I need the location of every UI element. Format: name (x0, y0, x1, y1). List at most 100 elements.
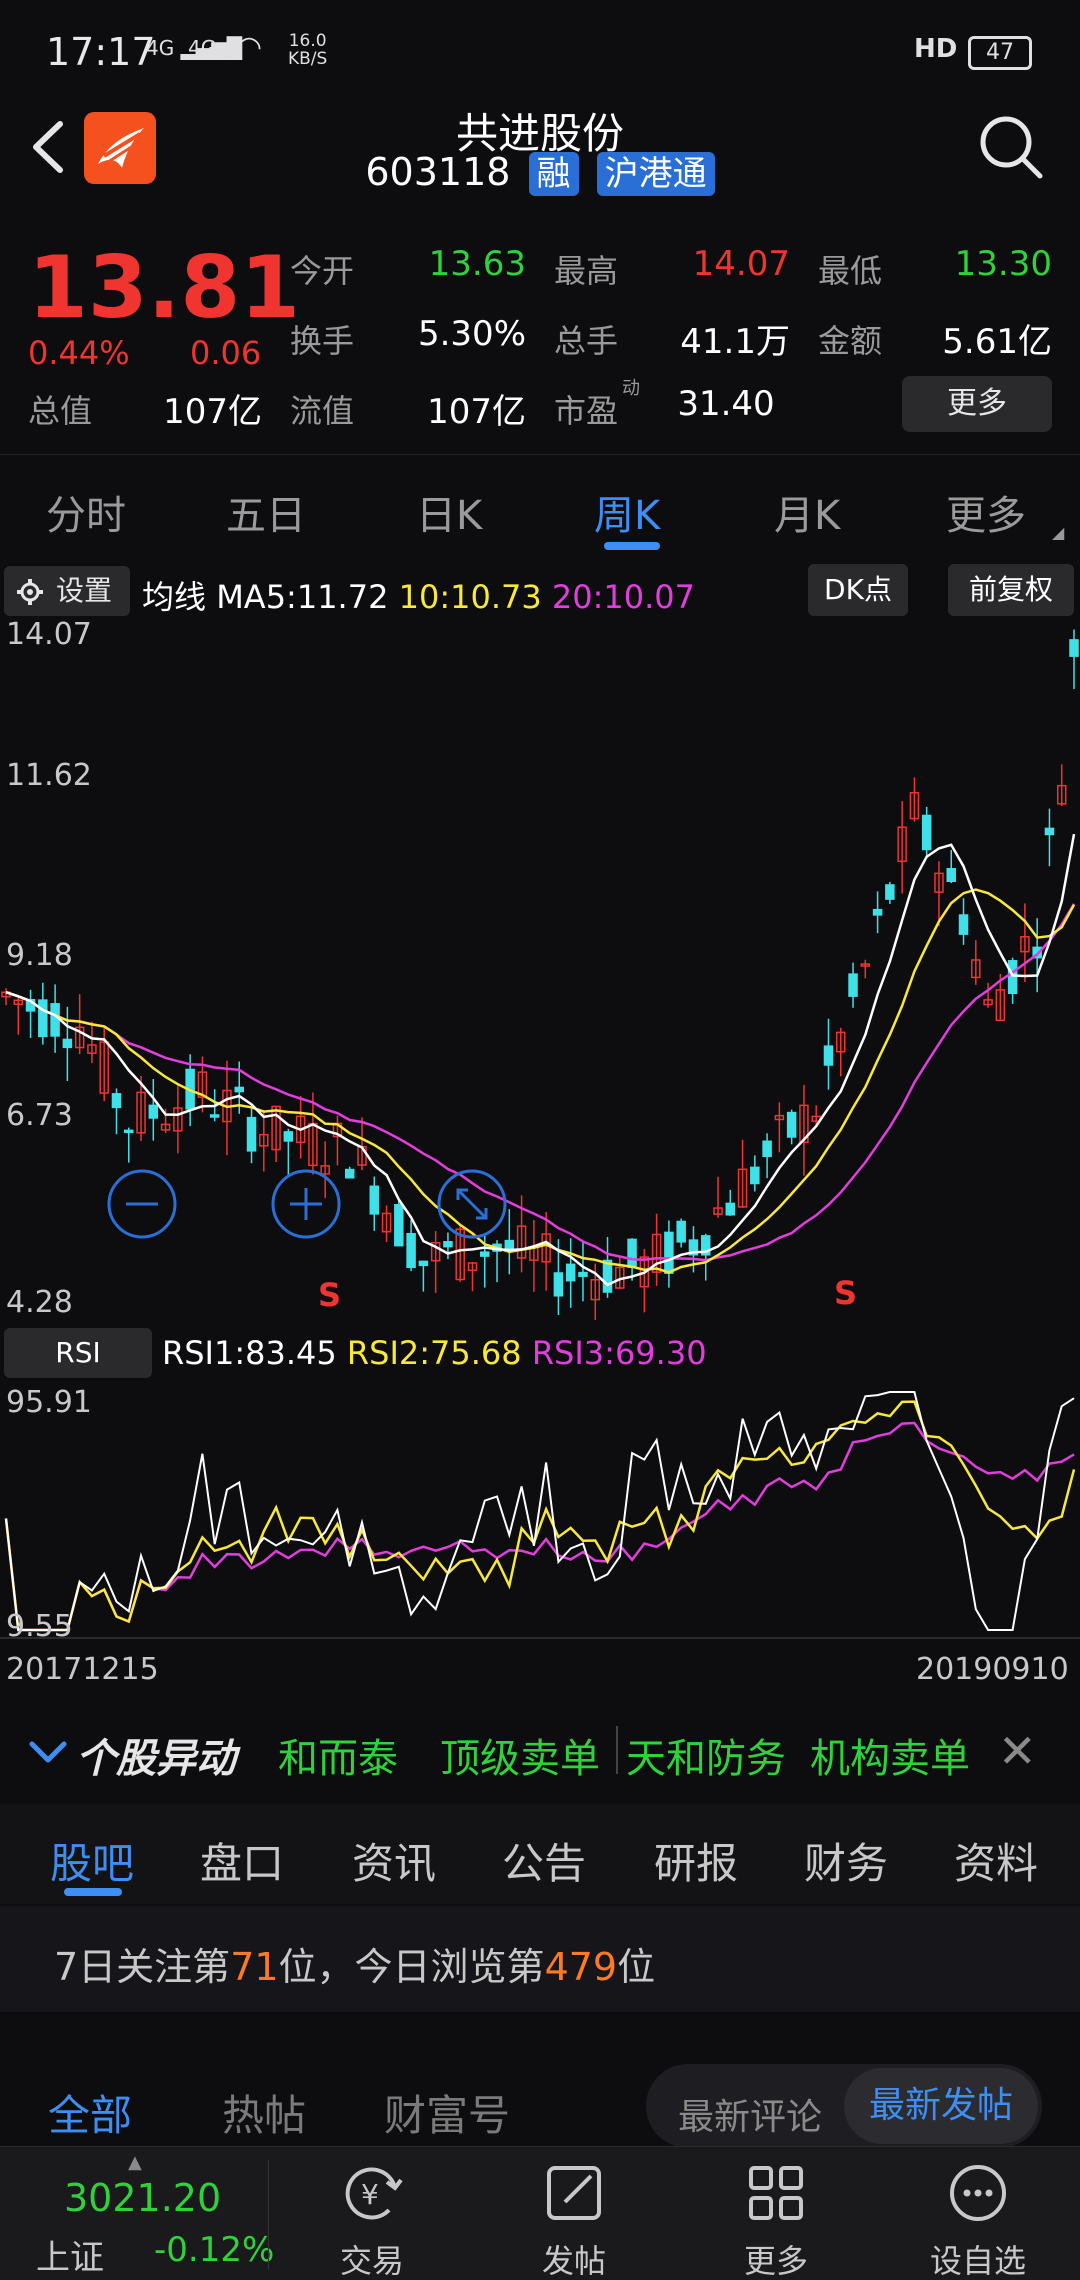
alert-item-3[interactable]: 天和防务 (626, 1726, 786, 1784)
change-amount: 0.06 (190, 334, 262, 372)
candle-body (676, 1220, 686, 1243)
fullscreen-button[interactable] (437, 1169, 507, 1239)
stock-code-row: 603118 融 沪港通 (0, 150, 1080, 196)
rsi1-line (5, 1391, 1075, 1631)
zoom-out-button[interactable] (107, 1169, 177, 1239)
sort-latest-post[interactable]: 最新发帖 (844, 2068, 1038, 2144)
low-value: 13.30 (954, 244, 1052, 284)
search-button[interactable] (976, 112, 1046, 182)
current-price: 13.81 (28, 238, 301, 338)
nav-more[interactable]: 更多 (676, 2148, 876, 2280)
rsi-indicator-button[interactable]: RSI (4, 1328, 152, 1378)
y-axis-4: 6.73 (6, 1098, 73, 1133)
zoom-in-button[interactable] (271, 1169, 341, 1239)
ma20-line (5, 903, 1076, 1262)
nav-watchlist[interactable]: 设自选 (878, 2148, 1078, 2280)
candle-body (762, 1140, 772, 1158)
rsi-y-top: 95.91 (6, 1385, 92, 1420)
stock-code: 603118 (365, 150, 511, 194)
date-start: 20171215 (6, 1652, 159, 1687)
more-dots-icon (950, 2165, 1006, 2221)
y-axis-2: 11.62 (6, 758, 92, 793)
tab-finance[interactable]: 财务 (804, 1830, 888, 1891)
kline-chart[interactable]: 14.07 11.62 9.18 6.73 4.28 S S (0, 620, 1080, 1320)
chart-settings-button[interactable]: 设置 (4, 566, 130, 616)
open-label: 今开 (290, 252, 355, 290)
svg-text:¥: ¥ (361, 2178, 379, 2211)
tab-research[interactable]: 研报 (654, 1830, 738, 1891)
ma-label: 均线 (142, 578, 207, 616)
amount-value: 5.61亿 (942, 322, 1052, 362)
nav-post[interactable]: 发帖 (474, 2148, 674, 2280)
edit-icon (547, 2166, 601, 2220)
sell-signal-2[interactable]: S (834, 1274, 857, 1312)
tab-news[interactable]: 资讯 (352, 1830, 436, 1891)
active-section-indicator (64, 1888, 122, 1896)
high-label: 最高 (554, 252, 619, 290)
filter-fortune[interactable]: 财富号 (384, 2082, 510, 2143)
filter-all[interactable]: 全部 (48, 2082, 132, 2143)
candle-body (148, 1104, 159, 1119)
rsi-y-bottom: 9.55 (6, 1609, 73, 1640)
y-axis-top: 14.07 (6, 620, 92, 652)
float-value: 107亿 (427, 392, 526, 432)
candle-body (885, 884, 895, 900)
wifi-icon: ◠ (236, 30, 263, 65)
candle-body (1007, 960, 1018, 995)
alert-item-4[interactable]: 机构卖单 (810, 1726, 970, 1784)
trade-icon: ¥ (345, 2167, 403, 2220)
more-quote-button[interactable]: 更多 (902, 376, 1052, 432)
candle-body (958, 914, 969, 935)
chevron-down-icon[interactable] (26, 1734, 70, 1770)
ma10-value: 10:10.73 (398, 578, 542, 616)
tab-more[interactable]: 更多 (946, 483, 1026, 541)
high-value: 14.07 (692, 244, 790, 284)
hk-connect-tag[interactable]: 沪港通 (596, 152, 715, 196)
candle-body (602, 1259, 613, 1293)
candle-body (111, 1093, 122, 1109)
tab-announcements[interactable]: 公告 (502, 1830, 586, 1891)
sort-latest-comment[interactable]: 最新评论 (678, 2088, 822, 2140)
tab-pankou[interactable]: 盘口 (200, 1830, 284, 1891)
rsi-chart[interactable]: 95.91 9.55 (0, 1380, 1080, 1640)
tab-five-day[interactable]: 五日 (226, 483, 306, 541)
turnover-label: 换手 (290, 322, 355, 360)
candle-body (627, 1238, 637, 1268)
filter-hot[interactable]: 热帖 (222, 2082, 306, 2143)
alert-item-2[interactable]: 顶级卖单 (440, 1726, 600, 1784)
close-icon[interactable]: ✕ (998, 1724, 1037, 1778)
margin-tag[interactable]: 融 (528, 152, 579, 196)
alert-item-1[interactable]: 和而泰 (278, 1726, 398, 1784)
index-value[interactable]: 3021.20 (64, 2176, 221, 2220)
candle-body (50, 1003, 60, 1037)
gear-icon (17, 579, 43, 605)
tab-profile[interactable]: 资料 (954, 1830, 1038, 1891)
ma20-value: 20:10.07 (551, 578, 695, 616)
candle-body (946, 867, 956, 882)
ma10-line (5, 888, 1076, 1274)
tab-monthly-k[interactable]: 月K (774, 483, 840, 541)
tab-daily-k[interactable]: 日K (416, 483, 482, 541)
float-label: 流值 (290, 392, 355, 430)
open-value: 13.63 (428, 244, 526, 284)
y-axis-bottom: 4.28 (6, 1285, 73, 1320)
forward-adjust-button[interactable]: 前复权 (948, 564, 1074, 616)
candle-body (664, 1231, 674, 1274)
dk-point-button[interactable]: DK点 (808, 564, 908, 616)
active-tab-indicator (604, 542, 660, 550)
candle-body (578, 1271, 588, 1277)
sell-signal-1[interactable]: S (318, 1276, 341, 1314)
candle-body (394, 1204, 404, 1247)
rsi2-line (4, 1400, 1076, 1632)
pe-value: 31.40 (677, 384, 775, 424)
tab-guba[interactable]: 股吧 (50, 1830, 134, 1891)
attention-rank: 71 (230, 1945, 279, 1989)
candle-body (848, 973, 858, 997)
mktcap-label: 总值 (28, 392, 93, 430)
tab-intraday[interactable]: 分时 (46, 483, 126, 541)
hd-icon: HD (914, 34, 958, 64)
candle-body (480, 1251, 490, 1257)
nav-trade[interactable]: ¥ 交易 (272, 2148, 472, 2280)
index-name: 上证 (36, 2238, 104, 2278)
tab-weekly-k[interactable]: 周K (594, 483, 660, 541)
